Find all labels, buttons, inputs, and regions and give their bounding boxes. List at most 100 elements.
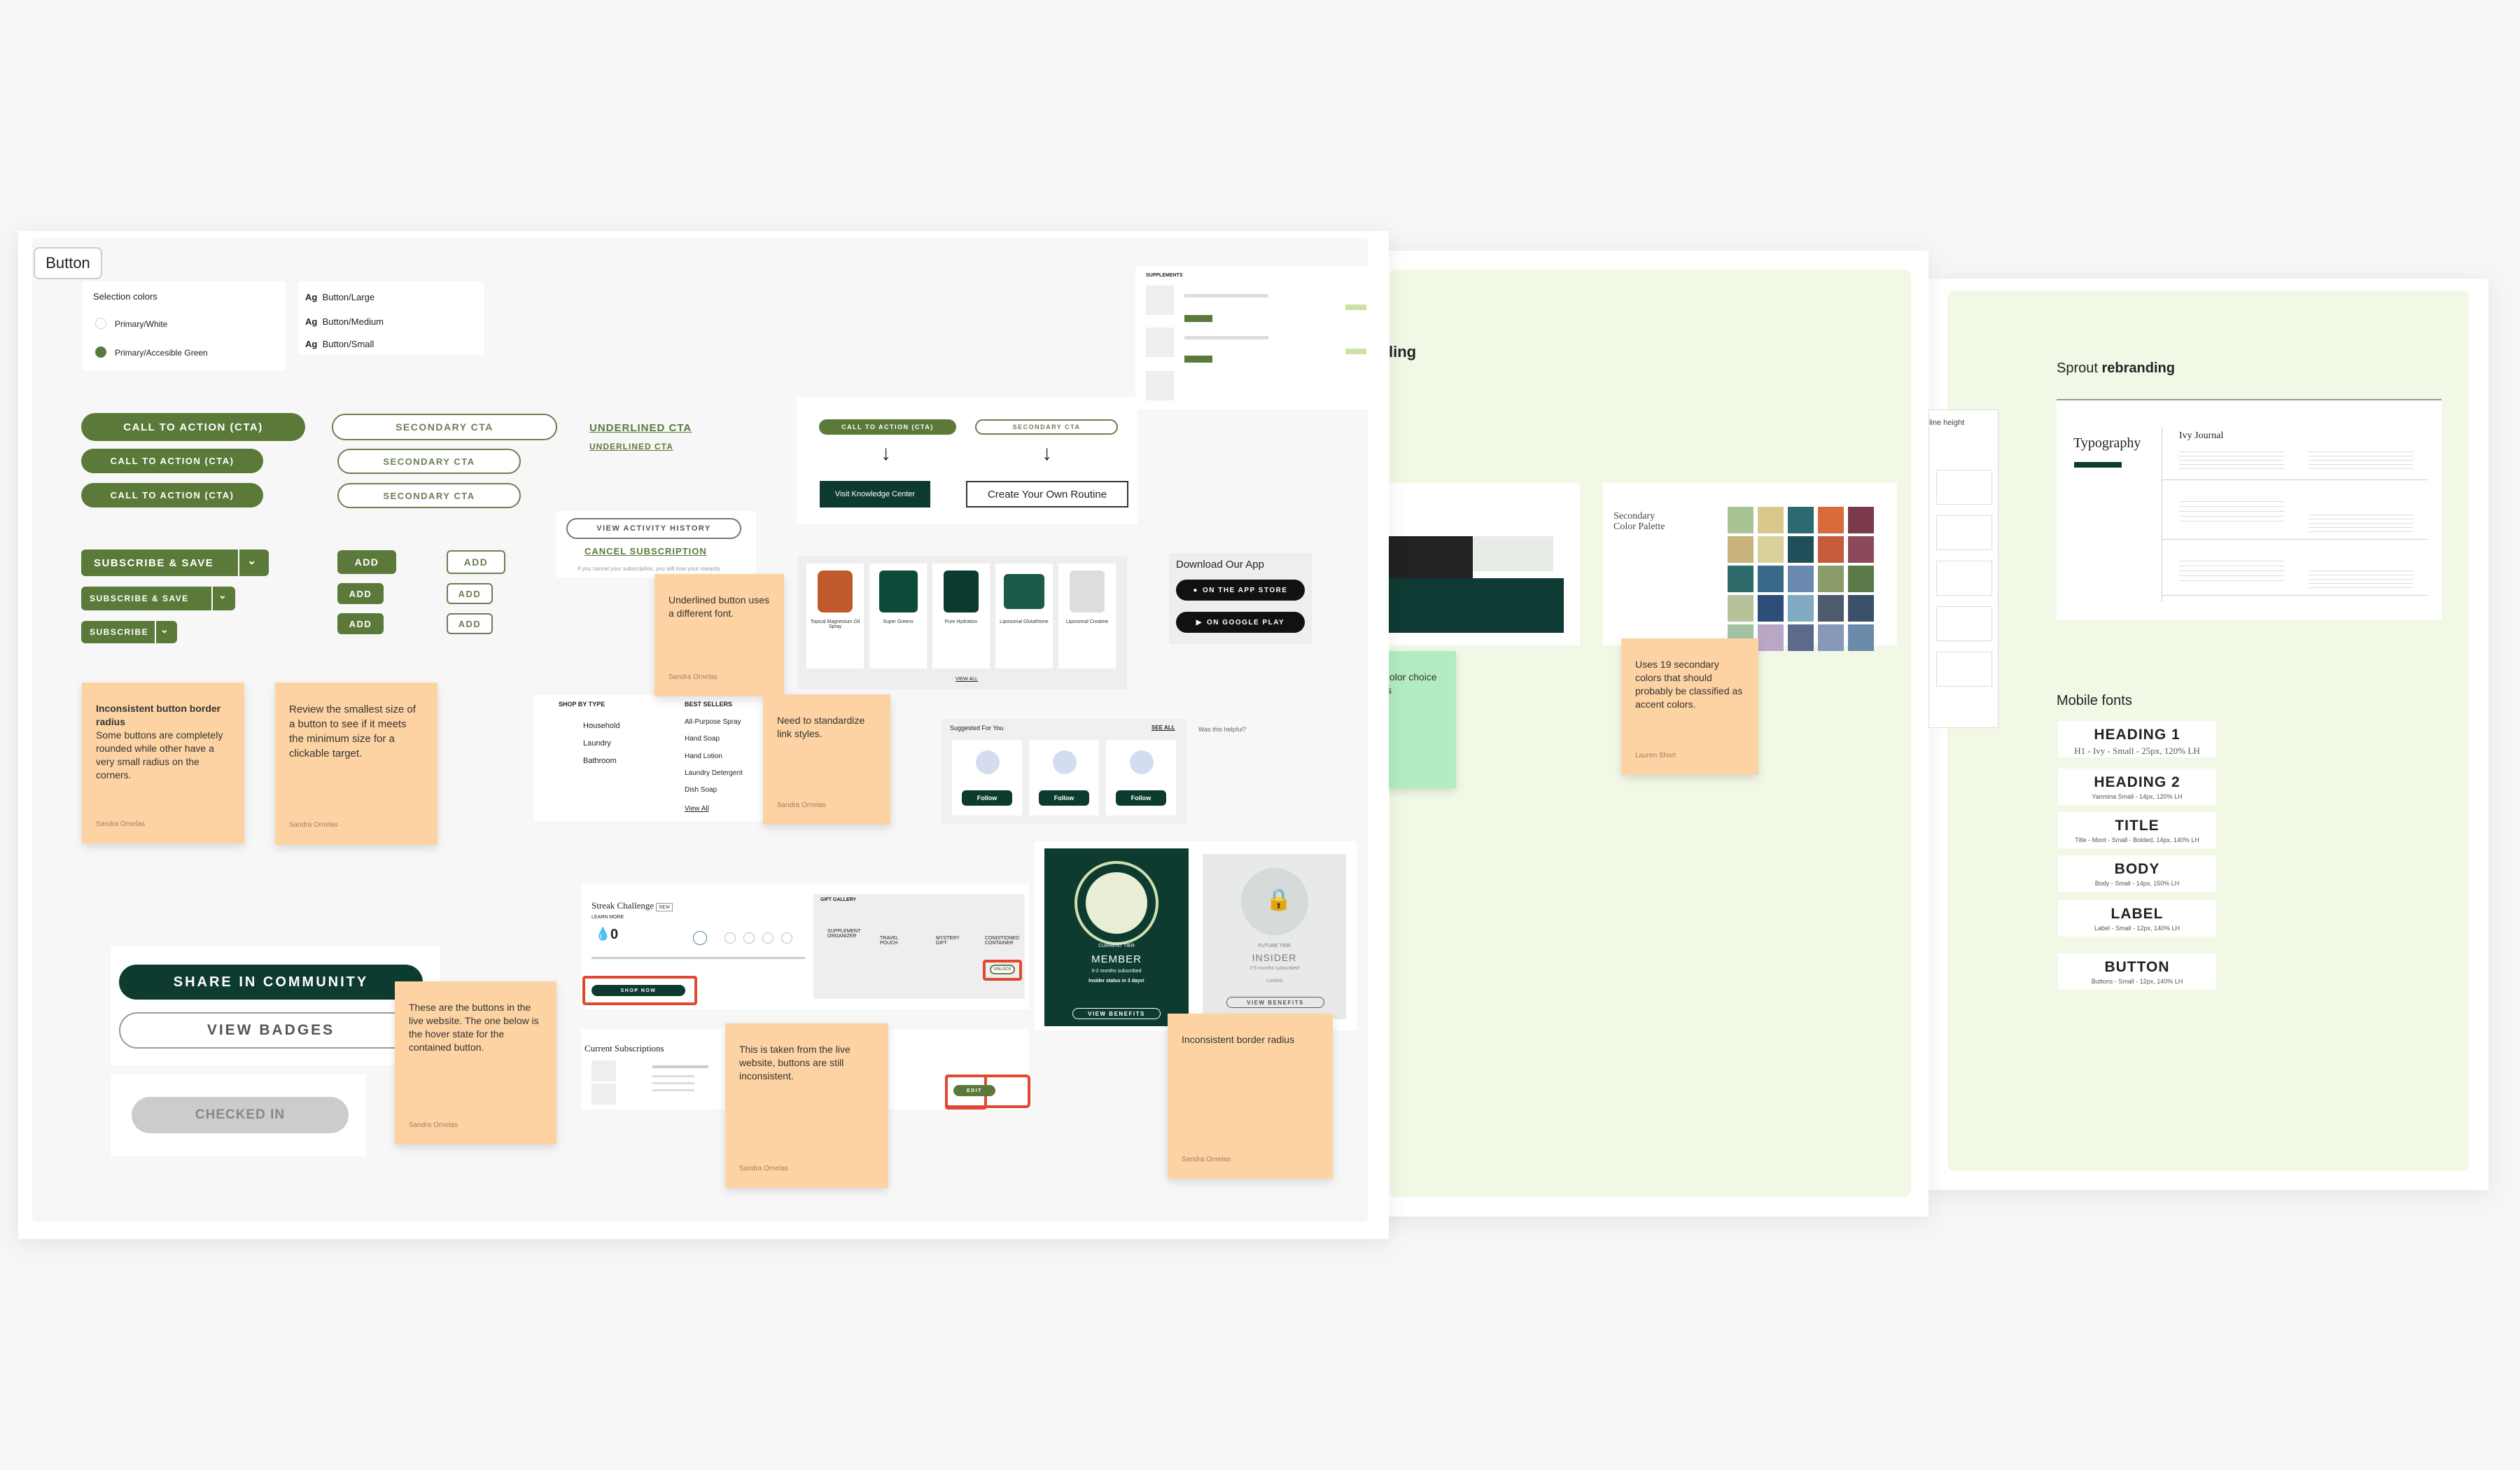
menu-link[interactable]: Household bbox=[583, 722, 620, 730]
green-swatch bbox=[95, 346, 106, 358]
sticky-note[interactable]: Inconsistent border radius Sandra Ornelas bbox=[1168, 1014, 1333, 1179]
color-swatch bbox=[1758, 624, 1784, 651]
sticky-note[interactable]: This is taken from the live website, but… bbox=[725, 1023, 888, 1188]
color-swatch bbox=[1758, 595, 1784, 622]
color-swatch bbox=[1848, 566, 1874, 592]
comparison-panel: CALL TO ACTION (CTA) SECONDARY CTA ↓ ↓ V… bbox=[797, 397, 1138, 524]
selection-colors-title: Selection colors bbox=[93, 291, 158, 302]
view-all-link[interactable]: View All bbox=[685, 805, 709, 813]
current-tier-card: CURRENT TIER MEMBER 0-2 months subscribe… bbox=[1044, 848, 1189, 1026]
sticky-note-green[interactable]: color choice is bbox=[1385, 651, 1456, 788]
add-button-outline[interactable]: ADD bbox=[447, 583, 493, 604]
subscribe-save-button-medium[interactable]: SUBSCRIBE & SAVE ⌄ bbox=[81, 587, 235, 610]
view-badges-button[interactable]: VIEW BADGES bbox=[119, 1012, 423, 1049]
cta-button-medium[interactable]: CALL TO ACTION (CTA) bbox=[81, 449, 263, 473]
secondary-button-small[interactable]: SECONDARY CTA bbox=[337, 483, 521, 508]
visit-knowledge-button[interactable]: Visit Knowledge Center bbox=[820, 481, 930, 507]
underlined-cta-small[interactable]: UNDERLINED CTA bbox=[589, 442, 673, 451]
color-swatch bbox=[1848, 595, 1874, 622]
secondary-button-medium[interactable]: SECONDARY CTA bbox=[337, 449, 521, 474]
product-card[interactable]: Liposomal Creatine bbox=[1058, 564, 1116, 668]
product-card[interactable]: Pure Hydration bbox=[932, 564, 990, 668]
font-heading-1: HEADING 1 H1 - Ivy - Small - 25px, 120% L… bbox=[2058, 721, 2216, 757]
menu-link[interactable]: Laundry Detergent bbox=[685, 769, 743, 777]
add-button-filled[interactable]: ADD bbox=[337, 583, 384, 604]
play-icon: ▶ bbox=[1196, 618, 1203, 626]
color-swatch bbox=[1818, 624, 1844, 651]
gift-gallery: GIFT GALLERY SUPPLEMENT ORGANIZER TRAVEL… bbox=[813, 894, 1025, 999]
subscribe-save-button-large[interactable]: SUBSCRIBE & SAVE ⌄ bbox=[81, 550, 269, 576]
menu-link[interactable]: Hand Lotion bbox=[685, 752, 722, 760]
secondary-palette-panel: Secondary Color Palette bbox=[1603, 483, 1897, 651]
product-card[interactable]: Super Greens bbox=[869, 564, 927, 668]
secondary-button[interactable]: SECONDARY CTA bbox=[975, 419, 1118, 435]
view-activity-button[interactable]: VIEW ACTIVITY HISTORY bbox=[566, 518, 741, 539]
secondary-button-large[interactable]: SECONDARY CTA bbox=[332, 414, 557, 440]
cancel-subscription-link[interactable]: CANCEL SUBSCRIPTION bbox=[584, 546, 707, 556]
lock-icon: 🔒 bbox=[1266, 888, 1292, 911]
future-tier-card: 🔒 FUTURE TIER INSIDER 2-5 months subscri… bbox=[1203, 854, 1346, 1019]
highlight-box bbox=[945, 1074, 1030, 1108]
shop-now-button[interactable]: SHOP NOW bbox=[592, 985, 685, 996]
cta-button-small[interactable]: CALL TO ACTION (CTA) bbox=[81, 483, 263, 507]
add-button-filled[interactable]: ADD bbox=[337, 613, 384, 634]
color-swatch bbox=[1788, 536, 1814, 563]
create-routine-button[interactable]: Create Your Own Routine bbox=[966, 481, 1128, 507]
live-buttons-panel: SHARE IN COMMUNITY VIEW BADGES bbox=[111, 946, 440, 1065]
cta-button-large[interactable]: CALL TO ACTION (CTA) bbox=[81, 413, 305, 441]
add-button-filled[interactable]: ADD bbox=[337, 550, 396, 574]
menu-link[interactable]: Laundry bbox=[583, 739, 611, 748]
swatch-label: Primary/White bbox=[115, 319, 168, 329]
swatch-label: Primary/Accesible Green bbox=[115, 348, 208, 358]
suggested-panel: Suggested For You SEE ALL Follow Follow … bbox=[941, 719, 1186, 824]
color-swatch bbox=[1758, 536, 1784, 563]
view-benefits-button[interactable]: VIEW BENEFITS bbox=[1072, 1008, 1161, 1019]
cta-button[interactable]: CALL TO ACTION (CTA) bbox=[819, 419, 956, 435]
underlined-cta-large[interactable]: UNDERLINED CTA bbox=[589, 422, 692, 434]
activity-panel: VIEW ACTIVITY HISTORY CANCEL SUBSCRIPTIO… bbox=[556, 511, 756, 578]
streak-panel: Streak Challenge NEW LEARN MORE 💧 0 SHOP… bbox=[581, 883, 1029, 1009]
menu-link[interactable]: Bathroom bbox=[583, 757, 617, 765]
add-button-outline[interactable]: ADD bbox=[447, 613, 493, 634]
side-panel: line height bbox=[1928, 410, 1998, 728]
view-benefits-button[interactable]: VIEW BENEFITS bbox=[1226, 997, 1324, 1008]
color-swatch bbox=[1818, 507, 1844, 533]
sticky-note[interactable]: Inconsistent button border radius Some bu… bbox=[82, 682, 244, 844]
google-play-button[interactable]: ▶ ON GOOGLE PLAY bbox=[1176, 612, 1305, 633]
color-swatch bbox=[1788, 595, 1814, 622]
share-community-button[interactable]: SHARE IN COMMUNITY bbox=[119, 965, 423, 1000]
sticky-note[interactable]: Underlined button uses a different font.… bbox=[654, 574, 784, 696]
follow-button[interactable]: Follow bbox=[1116, 790, 1166, 806]
follow-button[interactable]: Follow bbox=[1039, 790, 1089, 806]
color-swatch bbox=[1788, 566, 1814, 592]
checked-in-button[interactable]: CHECKED IN bbox=[132, 1097, 349, 1133]
color-swatch bbox=[1758, 507, 1784, 533]
menu-link[interactable]: Hand Soap bbox=[685, 735, 720, 743]
product-card[interactable]: Liposomal Glutathione bbox=[995, 564, 1053, 668]
chevron-down-icon: ⌄ bbox=[218, 589, 228, 601]
arrow-down-icon: ↓ bbox=[881, 442, 891, 465]
color-swatch bbox=[1728, 566, 1754, 592]
color-swatch bbox=[1818, 566, 1844, 592]
view-all-link[interactable]: VIEW ALL bbox=[955, 677, 978, 682]
sticky-note[interactable]: Need to standardize link styles. Sandra O… bbox=[763, 694, 890, 825]
text-styles-panel: Ag Button/Large Ag Button/Medium Ag Butt… bbox=[298, 281, 484, 354]
menu-link[interactable]: All-Purpose Spray bbox=[685, 718, 741, 726]
subscribe-button-small[interactable]: SUBSCRIBE ⌄ bbox=[81, 621, 177, 643]
product-card[interactable]: Topical Magnesium Oil Spray bbox=[806, 564, 864, 668]
add-button-outline[interactable]: ADD bbox=[447, 550, 505, 574]
sticky-note[interactable]: Review the smallest size of a button to … bbox=[275, 682, 438, 845]
primary-palette-panel bbox=[1389, 483, 1580, 645]
menu-link[interactable]: Dish Soap bbox=[685, 786, 717, 794]
sticky-note[interactable]: These are the buttons in the live websit… bbox=[395, 981, 556, 1144]
unlock-button[interactable]: UNLOCK bbox=[990, 965, 1015, 974]
white-swatch bbox=[95, 318, 106, 329]
follow-button[interactable]: Follow bbox=[962, 790, 1012, 806]
sticky-note[interactable]: Uses 19 secondary colors that should pro… bbox=[1621, 638, 1758, 775]
see-all-link[interactable]: SEE ALL bbox=[1152, 724, 1175, 731]
typography-spec-panel: Typography Ivy Journal bbox=[2057, 399, 2442, 620]
learn-more-link[interactable]: LEARN MORE bbox=[592, 915, 624, 920]
font-body: BODY Body - Small - 14px, 150% LH bbox=[2058, 855, 2216, 892]
app-store-button[interactable]: ● ON THE APP STORE bbox=[1176, 580, 1305, 601]
frame-title[interactable]: Button bbox=[34, 247, 102, 279]
